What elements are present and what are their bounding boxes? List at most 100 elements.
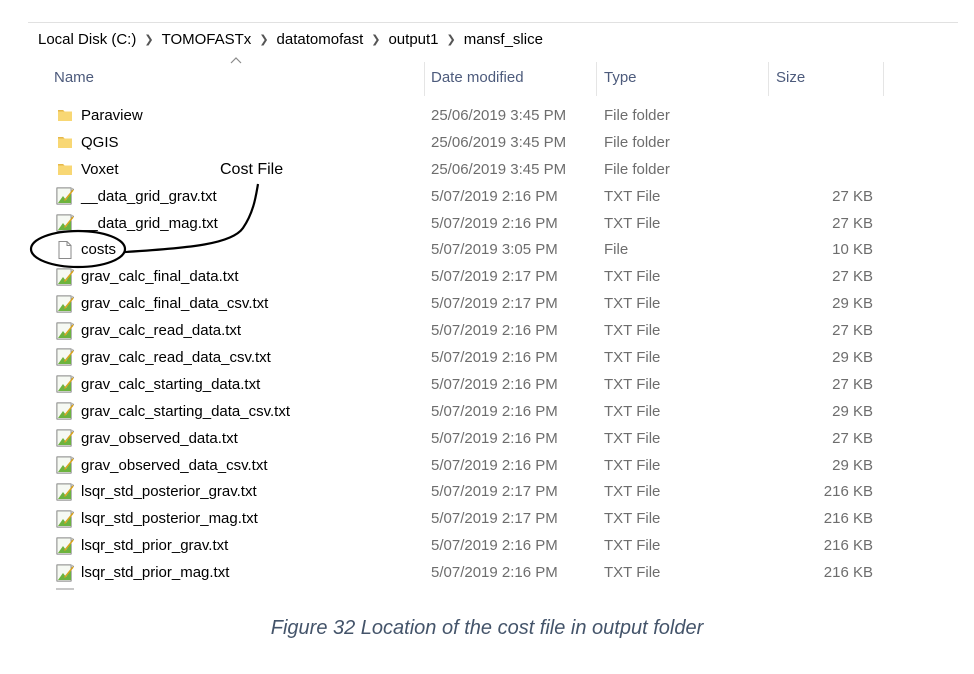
file-date-modified: 5/07/2019 2:16 PM: [431, 214, 558, 232]
folder-icon: [56, 156, 74, 183]
text-file-icon: [56, 183, 74, 210]
file-row[interactable]: grav_calc_final_data_csv.txt 5/07/2019 2:…: [28, 290, 958, 317]
file-size: 216 KB: [823, 537, 873, 555]
file-row[interactable]: grav_calc_final_data.txt 5/07/2019 2:17 P…: [28, 263, 958, 290]
file-date-modified: 5/07/2019 2:16 PM: [431, 537, 558, 555]
file-row[interactable]: lsqr_std_posterior_grav.txt 5/07/2019 2:1…: [28, 478, 958, 505]
column-divider[interactable]: [768, 62, 769, 96]
file-size: 216 KB: [823, 510, 873, 528]
breadcrumb-output1[interactable]: output1: [384, 31, 442, 48]
column-divider[interactable]: [596, 62, 597, 96]
folder-icon: [56, 102, 74, 129]
file-name: lsqr_std_prior_grav.txt: [81, 537, 229, 555]
file-type: TXT File: [604, 187, 661, 205]
file-type: TXT File: [604, 456, 661, 474]
file-size: [776, 156, 873, 183]
file-date-modified: 25/06/2019 3:45 PM: [431, 160, 567, 178]
column-divider[interactable]: [424, 62, 425, 96]
file-type: File folder: [604, 106, 670, 124]
file-date-modified: 25/06/2019 3:45 PM: [431, 133, 567, 151]
column-divider[interactable]: [883, 62, 884, 96]
breadcrumb-local-disk[interactable]: Local Disk (C:): [28, 31, 140, 48]
file-date-modified: 5/07/2019 2:16 PM: [431, 187, 558, 205]
file-type: TXT File: [604, 322, 661, 340]
column-header-size[interactable]: Size: [776, 58, 876, 96]
file-row[interactable]: QGIS 25/06/2019 3:45 PM File folder: [28, 129, 958, 156]
file-row[interactable]: grav_observed_data_csv.txt 5/07/2019 2:16…: [28, 452, 958, 479]
file-row[interactable]: Voxet 25/06/2019 3:45 PM File folder: [28, 156, 958, 183]
file-type: TXT File: [604, 214, 661, 232]
file-name: __data_grid_grav.txt: [81, 187, 217, 205]
text-file-icon: [56, 398, 74, 425]
file-name: lsqr_std_posterior_mag.txt: [81, 510, 258, 528]
file-type: TXT File: [604, 510, 661, 528]
file-name: lsqr_std_posterior_grav.txt: [81, 483, 257, 501]
file-row[interactable]: grav_observed_data.txt 5/07/2019 2:16 PM T…: [28, 425, 958, 452]
file-size: 29 KB: [832, 456, 873, 474]
file-name: grav_calc_read_data_csv.txt: [81, 348, 271, 366]
file-size: 216 KB: [823, 564, 873, 582]
file-size: 27 KB: [832, 187, 873, 205]
file-size: 27 KB: [832, 322, 873, 340]
file-name: grav_calc_starting_data.txt: [81, 375, 261, 393]
file-date-modified: 5/07/2019 2:17 PM: [431, 483, 558, 501]
file-type: TXT File: [604, 375, 661, 393]
text-file-icon: [56, 532, 74, 559]
file-date-modified: 25/06/2019 3:45 PM: [431, 106, 567, 124]
file-row[interactable]: grav_calc_read_data.txt 5/07/2019 2:16 PM…: [28, 317, 958, 344]
file-size: 29 KB: [832, 295, 873, 313]
file-row[interactable]: grav_calc_starting_data.txt 5/07/2019 2:1…: [28, 371, 958, 398]
file-row[interactable]: costs 5/07/2019 3:05 PM File 10 KB: [28, 236, 958, 263]
file-name: grav_calc_read_data.txt: [81, 322, 242, 340]
file-name: QGIS: [81, 133, 119, 151]
file-row[interactable]: lsqr_std_prior_grav.txt 5/07/2019 2:16 PM…: [28, 532, 958, 559]
breadcrumb-tomofastx[interactable]: TOMOFASTx: [158, 31, 256, 48]
file-size: 29 KB: [832, 402, 873, 420]
text-file-icon: [56, 263, 74, 290]
file-name: Paraview: [81, 106, 143, 124]
file-type: TXT File: [604, 268, 661, 286]
file-type: File folder: [604, 160, 670, 178]
file-date-modified: 5/07/2019 2:16 PM: [431, 564, 558, 582]
file-row[interactable]: __data_grid_grav.txt 5/07/2019 2:16 PM TXT…: [28, 183, 958, 210]
chevron-right-icon: ❯: [446, 33, 456, 46]
file-size: 10 KB: [832, 241, 873, 259]
text-file-icon: [56, 425, 74, 452]
text-file-icon: [56, 505, 74, 532]
file-row[interactable]: lsqr_std_prior_mag.txt 5/07/2019 2:16 PM T…: [28, 559, 958, 586]
file-row[interactable]: grav_calc_starting_data_csv.txt 5/07/2019…: [28, 398, 958, 425]
file-date-modified: 5/07/2019 2:16 PM: [431, 375, 558, 393]
file-type: TXT File: [604, 295, 661, 313]
file-size: 27 KB: [832, 375, 873, 393]
column-header-date-modified[interactable]: Date modified: [431, 58, 591, 96]
chevron-right-icon: ❯: [371, 33, 381, 46]
file-row[interactable]: __data_grid_mag.txt 5/07/2019 2:16 PM TXT …: [28, 210, 958, 237]
file-name: grav_calc_final_data_csv.txt: [81, 295, 269, 313]
blank-file-icon: [56, 236, 74, 263]
file-row[interactable]: Paraview 25/06/2019 3:45 PM File folder: [28, 102, 958, 129]
file-date-modified: 5/07/2019 2:17 PM: [431, 268, 558, 286]
breadcrumb-datatomofast[interactable]: datatomofast: [273, 31, 368, 48]
file-name: grav_calc_final_data.txt: [81, 268, 239, 286]
file-size: 27 KB: [832, 429, 873, 447]
file-row[interactable]: grav_calc_read_data_csv.txt 5/07/2019 2:1…: [28, 344, 958, 371]
file-date-modified: 5/07/2019 2:16 PM: [431, 429, 558, 447]
file-date-modified: 5/07/2019 2:17 PM: [431, 295, 558, 313]
file-date-modified: 5/07/2019 2:17 PM: [431, 510, 558, 528]
text-file-icon: [56, 452, 74, 479]
breadcrumb-mansf-slice[interactable]: mansf_slice: [460, 31, 547, 48]
file-row[interactable]: lsqr_std_posterior_mag.txt 5/07/2019 2:17…: [28, 505, 958, 532]
file-explorer-window: Local Disk (C:) ❯ TOMOFASTx ❯ datatomofa…: [28, 22, 958, 590]
file-date-modified: 5/07/2019 2:16 PM: [431, 322, 558, 340]
text-file-icon: [56, 478, 74, 505]
text-file-icon: [56, 344, 74, 371]
partial-file-icon: [56, 588, 74, 590]
figure-caption: Figure 32 Location of the cost file in o…: [270, 617, 704, 639]
folder-icon: [56, 129, 74, 156]
column-header-name[interactable]: Name: [54, 58, 414, 96]
column-header-type[interactable]: Type: [604, 58, 764, 96]
file-size: [776, 129, 873, 156]
file-type: TXT File: [604, 564, 661, 582]
file-name: grav_calc_starting_data_csv.txt: [81, 402, 290, 420]
file-type: File: [604, 241, 629, 259]
